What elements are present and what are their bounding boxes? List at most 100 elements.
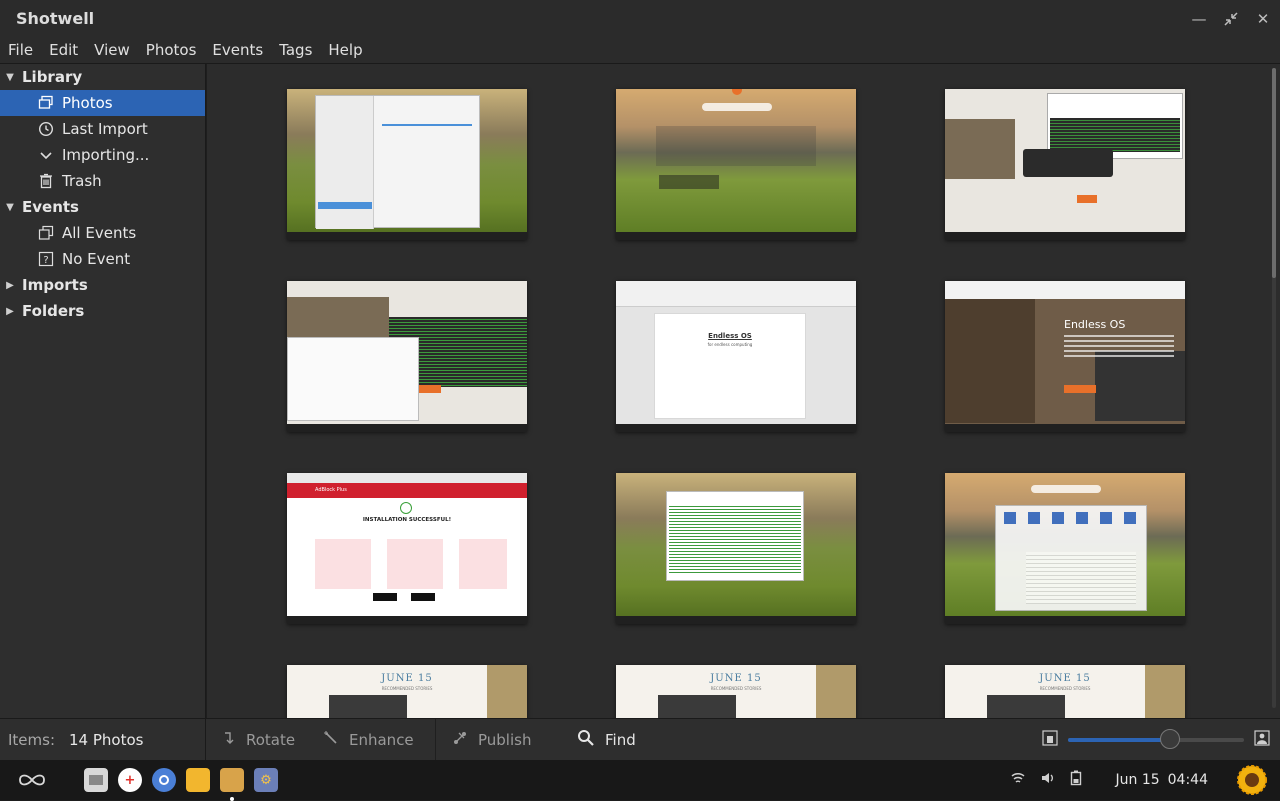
zoom-out-icon[interactable] [1042, 730, 1058, 750]
rotate-label: Rotate [246, 731, 295, 749]
photo-thumbnail[interactable]: JUNE 15 RECOMMENDED STORIES [616, 665, 856, 718]
sunflower-user-icon[interactable] [1236, 764, 1268, 796]
sidebar-item-label: Importing... [62, 146, 149, 164]
photo-thumbnail[interactable] [287, 281, 527, 432]
zoom-slider-fill [1068, 738, 1170, 742]
taskbar: + ⚙ Jun 15 04:44 [0, 760, 1280, 800]
sidebar-item-label: Trash [62, 172, 102, 190]
system-tray: Jun 15 04:44 [1010, 760, 1280, 800]
browser-icon[interactable] [152, 768, 176, 792]
photo-thumbnail[interactable] [616, 473, 856, 624]
menu-edit[interactable]: Edit [41, 37, 86, 64]
menu-view[interactable]: View [86, 37, 138, 64]
battery-icon[interactable] [1070, 770, 1082, 790]
sidebar-library-header[interactable]: ▼ Library [0, 64, 205, 90]
scrollbar-thumb[interactable] [1272, 68, 1276, 278]
close-button[interactable]: ✕ [1254, 10, 1272, 28]
sidebar-item-last-import[interactable]: Last Import [0, 116, 205, 142]
zoom-slider[interactable] [1068, 738, 1244, 742]
sidebar-item-label: Photos [62, 94, 113, 112]
photo-thumbnail[interactable] [945, 89, 1185, 240]
sidebar: ▼ Library Photos Last Import Importing..… [0, 64, 206, 718]
find-label: Find [605, 731, 636, 749]
menu-help[interactable]: Help [320, 37, 370, 64]
sidebar-imports-label: Imports [22, 276, 88, 294]
menu-file[interactable]: File [0, 37, 41, 64]
search-icon [577, 729, 595, 751]
window-title: Shotwell [16, 9, 94, 28]
menu-photos[interactable]: Photos [138, 37, 205, 64]
sidebar-library-label: Library [22, 68, 82, 86]
sidebar-item-photos[interactable]: Photos [0, 90, 205, 116]
sidebar-item-label: Last Import [62, 120, 148, 138]
rotate-button[interactable]: Rotate [206, 719, 313, 761]
photo-thumbnail[interactable] [616, 89, 856, 240]
sidebar-imports-header[interactable]: ▶ Imports [0, 272, 205, 298]
publish-button[interactable]: Publish [436, 719, 563, 761]
photo-thumbnail[interactable]: Endless OS for endless computing [616, 281, 856, 432]
all-events-icon [38, 225, 54, 241]
items-value: 14 Photos [69, 731, 143, 749]
title-bar: Shotwell — ✕ [0, 0, 1280, 37]
sidebar-events-label: Events [22, 198, 79, 216]
rotate-icon [222, 731, 236, 749]
sidebar-item-label: No Event [62, 250, 130, 268]
sidebar-folders-header[interactable]: ▶ Folders [0, 298, 205, 324]
app-center-icon[interactable]: + [118, 768, 142, 792]
collapsed-triangle-icon[interactable]: ▶ [5, 306, 15, 316]
sidebar-item-trash[interactable]: Trash [0, 168, 205, 194]
photo-thumbnail[interactable] [945, 473, 1185, 624]
clock-icon [38, 121, 54, 137]
clock[interactable]: Jun 15 04:44 [1116, 772, 1217, 788]
zoom-in-icon[interactable] [1254, 730, 1270, 750]
photo-grid: Endless OS for endless computing Endless… [207, 64, 1280, 718]
enhance-label: Enhance [349, 731, 414, 749]
svg-text:?: ? [43, 255, 48, 266]
enhance-button[interactable]: Enhance [313, 719, 435, 761]
expanded-triangle-icon[interactable]: ▼ [5, 202, 15, 212]
files-app-icon[interactable] [84, 768, 108, 792]
settings-app-icon[interactable]: ⚙ [254, 768, 278, 792]
zoom-control [1042, 719, 1270, 761]
items-count: Items: 14 Photos [0, 719, 206, 761]
photos-icon [38, 95, 54, 111]
publish-icon [452, 730, 468, 750]
find-button[interactable]: Find [563, 719, 663, 761]
zoom-slider-handle[interactable] [1160, 729, 1180, 749]
endless-logo-icon[interactable] [18, 772, 46, 788]
adblock-brand: AdBlock Plus [315, 487, 347, 493]
no-event-icon: ? [38, 251, 54, 267]
chevron-down-icon [38, 147, 54, 163]
photo-thumbnail[interactable]: JUNE 15 RECOMMENDED STORIES [945, 665, 1185, 718]
sidebar-item-all-events[interactable]: All Events [0, 220, 205, 246]
menu-tags[interactable]: Tags [271, 37, 320, 64]
unmaximize-button[interactable] [1222, 10, 1240, 28]
shotwell-app-icon[interactable] [220, 768, 244, 792]
settings-window [315, 95, 480, 228]
sidebar-item-importing[interactable]: Importing... [0, 142, 205, 168]
document-subheading: for endless computing [655, 342, 805, 347]
document-heading: Endless OS [655, 332, 805, 340]
sidebar-item-no-event[interactable]: ? No Event [0, 246, 205, 272]
wifi-icon[interactable] [1010, 771, 1026, 789]
sidebar-item-label: All Events [62, 224, 136, 242]
minimize-button[interactable]: — [1190, 10, 1208, 28]
clock-time: 04:44 [1168, 772, 1208, 788]
photo-thumbnail[interactable]: JUNE 15 RECOMMENDED STORIES [287, 665, 527, 718]
sidebar-events-header[interactable]: ▼ Events [0, 194, 205, 220]
expanded-triangle-icon[interactable]: ▼ [5, 72, 15, 82]
menu-events[interactable]: Events [204, 37, 271, 64]
photo-thumbnail[interactable]: AdBlock Plus INSTALLATION SUCCESSFUL! [287, 473, 527, 624]
clock-date: Jun 15 [1116, 772, 1160, 788]
photo-thumbnail[interactable] [287, 89, 527, 240]
photo-thumbnail[interactable]: Endless OS [945, 281, 1185, 432]
endless-os-heading: Endless OS [1064, 318, 1125, 331]
volume-icon[interactable] [1040, 771, 1056, 789]
sidebar-folders-label: Folders [22, 302, 84, 320]
collapsed-triangle-icon[interactable]: ▶ [5, 280, 15, 290]
install-heading: INSTALLATION SUCCESSFUL! [287, 517, 527, 523]
publish-label: Publish [478, 731, 531, 749]
folder-icon[interactable] [186, 768, 210, 792]
trash-icon [38, 173, 54, 189]
vertical-scrollbar[interactable] [1272, 68, 1276, 708]
